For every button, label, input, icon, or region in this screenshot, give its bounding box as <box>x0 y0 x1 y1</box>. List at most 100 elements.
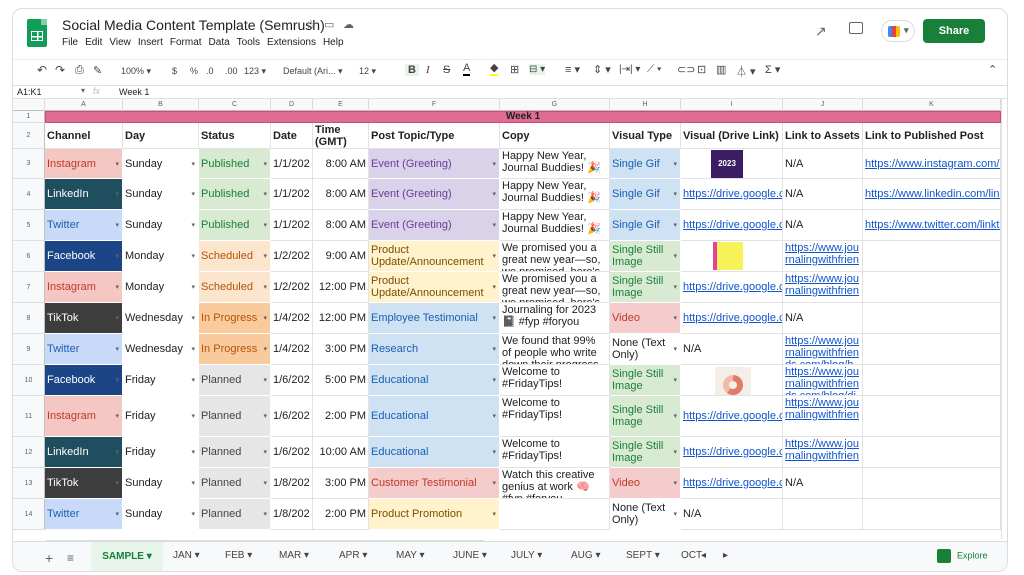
published-link-cell[interactable]: https://www.instagram.com/lin <box>863 149 1001 179</box>
day-dropdown[interactable]: Wednesday ▾ <box>123 303 199 334</box>
copy-cell[interactable]: Happy New Year, Journal Buddies! 🎉 <box>500 179 610 210</box>
dropdown-arrow-icon[interactable]: ▾ <box>115 510 119 518</box>
header-time[interactable]: Time (GMT) <box>313 123 369 149</box>
date-cell[interactable]: 1/1/202 <box>271 179 313 210</box>
assets-link-cell[interactable]: N/A <box>783 210 863 241</box>
published-link-cell[interactable] <box>863 468 1001 499</box>
text-rotation-icon[interactable]: ⟋ ▾ <box>647 64 662 75</box>
channel-dropdown[interactable]: LinkedIn ▾ <box>45 437 123 468</box>
topic-dropdown[interactable]: Educational ▾ <box>369 365 500 396</box>
day-dropdown[interactable]: Sunday ▾ <box>123 179 199 210</box>
assets-link-cell[interactable] <box>783 499 863 530</box>
published-link-cell[interactable] <box>863 365 1001 396</box>
copy-cell[interactable]: Journaling for 2023 📓 #fyp #foryou <box>500 303 610 334</box>
insert-link-icon[interactable]: ⊂⊃ <box>677 63 695 76</box>
visual-type-dropdown[interactable]: Single Still Image ▾ <box>610 396 681 437</box>
activity-trend-icon[interactable]: ↗ <box>815 23 827 40</box>
dropdown-arrow-icon[interactable]: ▾ <box>191 412 195 420</box>
copy-cell[interactable]: We found that 99% of people who write do… <box>500 334 610 365</box>
dropdown-arrow-icon[interactable]: ▾ <box>263 376 267 384</box>
name-box[interactable]: A1:K1 <box>17 87 42 97</box>
visual-type-dropdown[interactable]: Single Still Image ▾ <box>610 272 681 303</box>
dropdown-arrow-icon[interactable]: ▾ <box>673 376 677 384</box>
functions-icon[interactable]: Σ ▾ <box>765 63 780 76</box>
dropdown-arrow-icon[interactable]: ▾ <box>492 314 496 322</box>
dropdown-arrow-icon[interactable]: ▾ <box>191 479 195 487</box>
day-dropdown[interactable]: Wednesday ▾ <box>123 334 199 365</box>
visual-type-dropdown[interactable]: Single Gif ▾ <box>610 149 681 179</box>
meet-button[interactable]: ▾ <box>881 20 915 42</box>
tab-feb[interactable]: FEB ▾ <box>225 550 252 561</box>
header-published[interactable]: Link to Published Post <box>863 123 1001 149</box>
tab-scroll-left-icon[interactable]: ◂ <box>701 550 706 561</box>
text-wrap-icon[interactable]: |⇥| ▾ <box>619 64 640 75</box>
channel-dropdown[interactable]: Twitter ▾ <box>45 334 123 365</box>
strikethrough-icon[interactable]: S <box>443 64 450 76</box>
undo-icon[interactable]: ↶ <box>37 63 47 77</box>
published-link-cell[interactable] <box>863 437 1001 468</box>
channel-dropdown[interactable]: Facebook ▾ <box>45 365 123 396</box>
dropdown-arrow-icon[interactable]: ▾ <box>492 510 496 518</box>
print-icon[interactable]: ⎙ <box>75 64 84 77</box>
date-cell[interactable]: 1/2/202 <box>271 241 313 272</box>
dropdown-arrow-icon[interactable]: ▾ <box>115 479 119 487</box>
dropdown-arrow-icon[interactable]: ▾ <box>673 221 677 229</box>
channel-dropdown[interactable]: Facebook ▾ <box>45 241 123 272</box>
drive-link-cell[interactable]: https://drive.google.c <box>681 272 783 303</box>
channel-dropdown[interactable]: Twitter ▾ <box>45 210 123 241</box>
menu-view[interactable]: View <box>109 37 131 48</box>
dropdown-arrow-icon[interactable]: ▾ <box>263 448 267 456</box>
assets-link-cell[interactable]: https://www.jou rnalingwithfrien <box>783 272 863 303</box>
row-header[interactable]: 2 <box>13 123 45 149</box>
header-copy[interactable]: Copy <box>500 123 610 149</box>
header-topic[interactable]: Post Topic/Type <box>369 123 500 149</box>
row-header[interactable]: 10 <box>13 365 45 396</box>
tab-mar[interactable]: MAR ▾ <box>279 550 309 561</box>
menu-tools[interactable]: Tools <box>237 37 260 48</box>
published-link-cell[interactable] <box>863 303 1001 334</box>
topic-dropdown[interactable]: Event (Greeting) ▾ <box>369 210 500 241</box>
fill-color-icon[interactable]: ◆ <box>490 63 499 76</box>
tab-sept[interactable]: SEPT ▾ <box>626 550 660 561</box>
column-header-a[interactable]: A <box>45 99 123 111</box>
dropdown-arrow-icon[interactable]: ▾ <box>673 448 677 456</box>
copy-cell[interactable] <box>500 499 610 530</box>
currency-button[interactable]: $ <box>172 66 177 76</box>
row-header[interactable]: 4 <box>13 179 45 210</box>
dropdown-arrow-icon[interactable]: ▾ <box>115 376 119 384</box>
spreadsheet-grid[interactable]: ABCDEFGHIJK Week 1 1 2 Channel Day Status Dat… <box>13 99 1001 539</box>
assets-link-cell[interactable]: https://www.jou rnalingwithfrien <box>783 241 863 272</box>
dropdown-arrow-icon[interactable]: ▾ <box>191 314 195 322</box>
day-dropdown[interactable]: Sunday ▾ <box>123 499 199 530</box>
add-sheet-icon[interactable]: + <box>45 550 53 566</box>
dropdown-arrow-icon[interactable]: ▾ <box>115 412 119 420</box>
row-header[interactable]: 6 <box>13 241 45 272</box>
dropdown-arrow-icon[interactable]: ▾ <box>263 345 267 353</box>
time-cell[interactable]: 12:00 PM <box>313 272 369 303</box>
topic-dropdown[interactable]: Event (Greeting) ▾ <box>369 149 500 179</box>
paint-format-icon[interactable]: ✎ <box>93 64 102 77</box>
dropdown-arrow-icon[interactable]: ▾ <box>263 479 267 487</box>
published-link-cell[interactable]: https://www.twitter.com/linktop <box>863 210 1001 241</box>
drive-link-cell[interactable]: https://drive.google.c <box>681 437 783 468</box>
time-cell[interactable]: 12:00 PM <box>313 303 369 334</box>
day-dropdown[interactable]: Friday ▾ <box>123 365 199 396</box>
week-banner[interactable]: Week 1 <box>45 111 1001 123</box>
copy-cell[interactable]: Watch this creative genius at work 🧠 #fy… <box>500 468 610 499</box>
channel-dropdown[interactable]: TikTok ▾ <box>45 303 123 334</box>
comments-icon[interactable] <box>849 22 863 34</box>
channel-dropdown[interactable]: Instagram ▾ <box>45 396 123 437</box>
drive-link-cell[interactable]: https://drive.google.c <box>681 303 783 334</box>
copy-cell[interactable]: Welcome to #FridayTips! <box>500 365 610 396</box>
topic-dropdown[interactable]: Customer Testimonial ▾ <box>369 468 500 499</box>
visual-type-dropdown[interactable]: None (Text Only) ▾ <box>610 334 681 365</box>
published-link-cell[interactable] <box>863 334 1001 365</box>
assets-link-cell[interactable]: https://www.jou rnalingwithfrien <box>783 396 863 437</box>
date-cell[interactable]: 1/6/202 <box>271 396 313 437</box>
drive-link-cell[interactable]: https://drive.google.c <box>681 396 783 437</box>
header-status[interactable]: Status <box>199 123 271 149</box>
dropdown-arrow-icon[interactable]: ▾ <box>492 376 496 384</box>
dropdown-arrow-icon[interactable]: ▾ <box>191 190 195 198</box>
dropdown-arrow-icon[interactable]: ▾ <box>492 221 496 229</box>
day-dropdown[interactable]: Sunday ▾ <box>123 149 199 179</box>
